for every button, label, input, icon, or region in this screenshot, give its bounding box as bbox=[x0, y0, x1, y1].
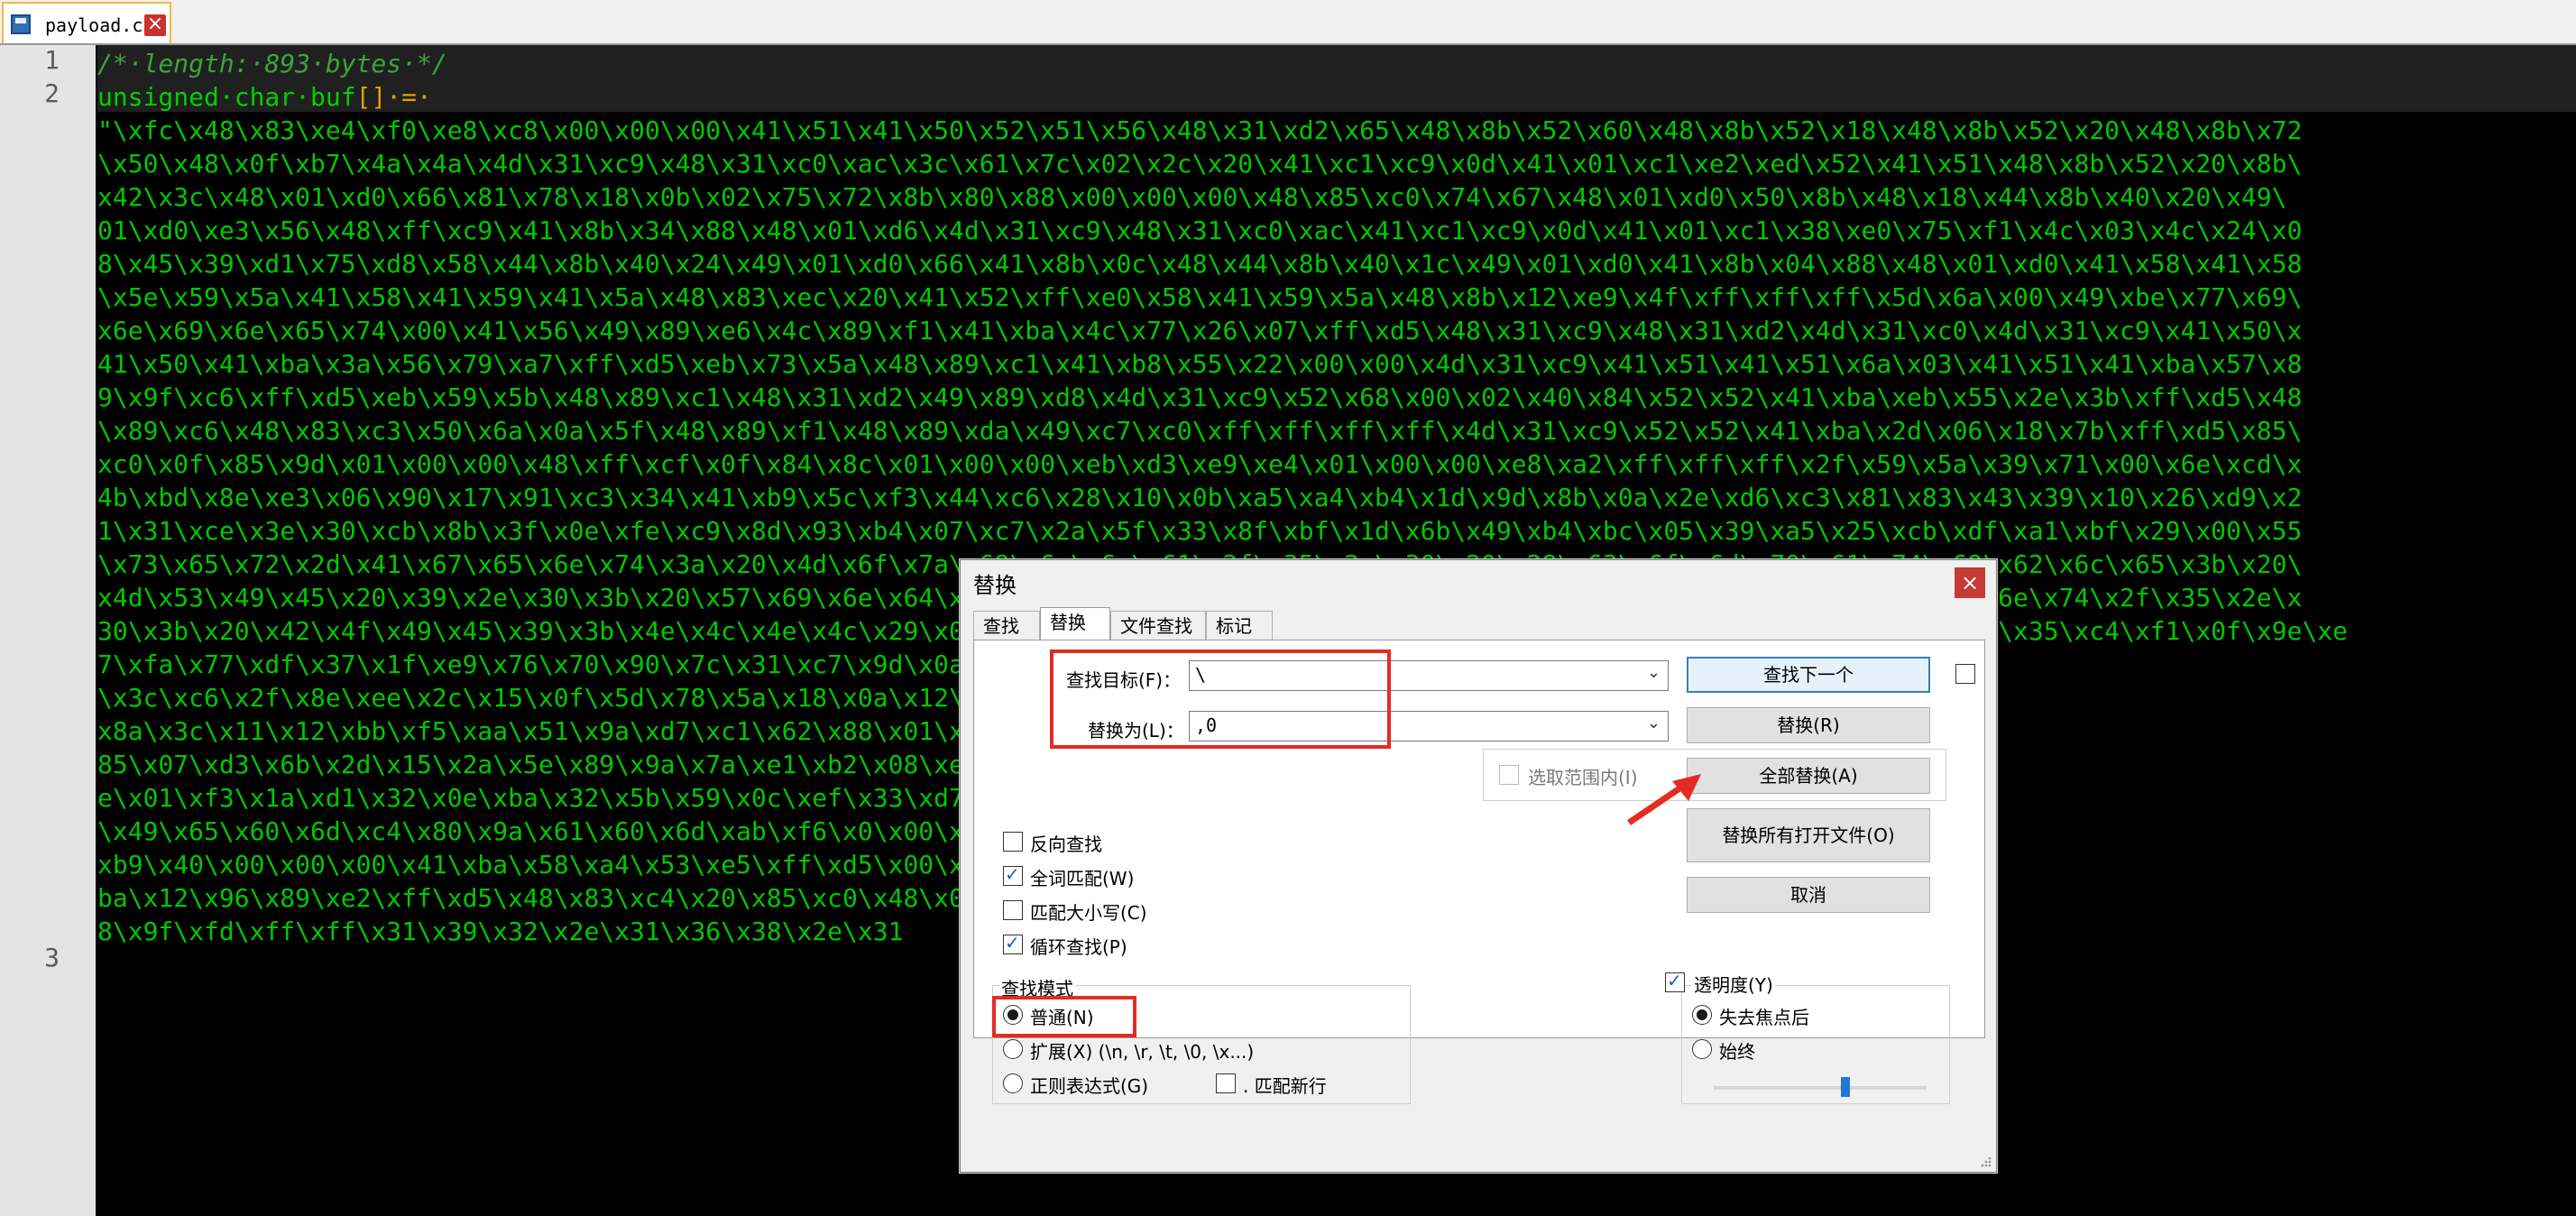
transparency-checkbox[interactable] bbox=[1665, 970, 1685, 992]
replace-panel: 查找目标(F)： \ ⌄ 替换为(L)： ,0 ⌄ 查找下一个 替换(R) 选取… bbox=[973, 640, 1985, 1104]
code-comment: /*·length:·893·bytes·*/ bbox=[97, 49, 447, 78]
whole-word-label: 全词匹配(W) bbox=[1030, 868, 1135, 889]
find-next-checkbox[interactable] bbox=[1955, 664, 1975, 684]
transparency-slider-track[interactable] bbox=[1714, 1086, 1927, 1090]
line-number-gutter: 1 2 3 bbox=[0, 45, 96, 1216]
payload-line: 8\x45\x39\xd1\x75\xd8\x58\x44\x8b\x40\x2… bbox=[97, 249, 2303, 279]
tab-find[interactable]: 查找 bbox=[973, 611, 1040, 640]
payload-line: x6e\x69\x6e\x65\x74\x00\x41\x56\x49\x89\… bbox=[97, 316, 2303, 345]
tab-payload-c[interactable]: payload.c × bbox=[2, 2, 171, 43]
in-selection-label: 选取范围内(I) bbox=[1528, 767, 1638, 788]
dot-newline-label: . 匹配新行 bbox=[1243, 1075, 1327, 1097]
mode-extended-radio[interactable] bbox=[1003, 1039, 1023, 1059]
wrap-around-checkbox[interactable] bbox=[1003, 932, 1023, 954]
payload-line: 41\x50\x41\xba\x3a\x56\x79\xa7\xff\xd5\x… bbox=[97, 349, 2303, 379]
chevron-down-icon[interactable]: ⌄ bbox=[1647, 714, 1661, 732]
annotation-box-fields bbox=[1050, 649, 1391, 749]
on-lose-focus-label: 失去焦点后 bbox=[1719, 1007, 1809, 1028]
payload-line: 1\x31\xce\x3e\x30\xcb\x8b\x3f\x0e\xfe\xc… bbox=[97, 516, 2303, 546]
line-number: 1 bbox=[44, 45, 60, 75]
in-selection-checkbox[interactable] bbox=[1499, 765, 1519, 785]
replace-all-button[interactable]: 全部替换(A) bbox=[1687, 758, 1930, 794]
save-file-icon bbox=[11, 14, 31, 34]
payload-line: \x5e\x59\x5a\x41\x58\x41\x59\x41\x5a\x48… bbox=[97, 282, 2303, 312]
code-declaration: unsigned·char·buf[]·=· bbox=[97, 80, 432, 114]
dot-newline-checkbox[interactable] bbox=[1216, 1073, 1236, 1093]
cancel-button[interactable]: 取消 bbox=[1687, 877, 1930, 913]
always-label: 始终 bbox=[1719, 1041, 1755, 1063]
payload-line: \x50\x48\x0f\xb7\x4a\x4a\x4d\x31\xc9\x48… bbox=[97, 149, 2303, 179]
line-number: 3 bbox=[44, 943, 60, 972]
backward-checkbox[interactable] bbox=[1003, 832, 1023, 852]
transparency-slider-thumb[interactable] bbox=[1841, 1077, 1851, 1097]
dialog-titlebar[interactable]: 替换 × bbox=[961, 560, 1996, 607]
resize-grip-icon[interactable] bbox=[1978, 1154, 1992, 1168]
replace-all-open-files-button[interactable]: 替换所有打开文件(O) bbox=[1687, 808, 1930, 862]
mode-regex-radio[interactable] bbox=[1003, 1073, 1023, 1093]
tab-find-in-files[interactable]: 文件查找 bbox=[1110, 611, 1206, 640]
payload-line: xc0\x0f\x85\x9d\x01\x00\x00\x48\xff\xcf\… bbox=[97, 449, 2303, 479]
line-number: 2 bbox=[44, 78, 60, 108]
payload-line: x42\x3c\x48\x01\xd0\x66\x81\x78\x18\x0b\… bbox=[97, 182, 2287, 212]
annotation-arrow-icon bbox=[1627, 774, 1701, 825]
tab-label: payload.c bbox=[45, 14, 143, 36]
mode-extended-label: 扩展(X) (\n, \r, \t, \0, \x...) bbox=[1030, 1041, 1255, 1063]
tab-replace[interactable]: 替换 bbox=[1040, 607, 1110, 641]
close-tab-icon[interactable]: × bbox=[144, 14, 166, 36]
mode-regex-label: 正则表达式(G) bbox=[1030, 1075, 1149, 1097]
match-case-label: 匹配大小写(C) bbox=[1030, 902, 1147, 924]
code-identifier: buf bbox=[310, 82, 356, 112]
payload-line: 9\x9f\xc6\xff\xd5\xeb\x59\x5b\x48\x89\xc… bbox=[97, 382, 2303, 412]
replace-dialog: 替换 × 查找 替换 文件查找 标记 查找目标(F)： \ ⌄ 替换为(L)： … bbox=[960, 559, 1997, 1173]
chevron-down-icon[interactable]: ⌄ bbox=[1647, 663, 1661, 682]
code-operator: []·=· bbox=[355, 82, 432, 112]
code-keyword: unsigned·char· bbox=[97, 82, 311, 112]
current-line-highlight bbox=[97, 45, 2576, 112]
wrap-around-label: 循环查找(P) bbox=[1030, 936, 1127, 958]
payload-line: 8\x9f\xfd\xff\xff\x31\x39\x32\x2e\x31\x3… bbox=[97, 917, 904, 946]
payload-line: \x89\xc6\x48\x83\xc3\x50\x6a\x0a\x5f\x48… bbox=[97, 416, 2303, 446]
payload-line: "\xfc\x48\x83\xe4\xf0\xe8\xc8\x00\x00\x0… bbox=[97, 115, 2303, 145]
payload-line: 01\xd0\xe3\x56\x48\xff\xc9\x41\x8b\x34\x… bbox=[97, 216, 2303, 245]
transparency-label: 透明度(Y) bbox=[1692, 971, 1775, 997]
find-next-button[interactable]: 查找下一个 bbox=[1687, 657, 1930, 693]
match-case-checkbox[interactable] bbox=[1003, 900, 1023, 920]
dialog-close-icon[interactable]: × bbox=[1955, 567, 1985, 598]
dialog-title: 替换 bbox=[973, 573, 1017, 598]
payload-line: 4b\xbd\x8e\xe3\x06\x90\x17\x91\xc3\x34\x… bbox=[97, 483, 2303, 512]
tab-bar: payload.c × bbox=[0, 0, 2576, 45]
on-lose-focus-radio[interactable] bbox=[1692, 1005, 1712, 1025]
tab-mark[interactable]: 标记 bbox=[1206, 611, 1273, 640]
annotation-box-normal bbox=[992, 996, 1136, 1037]
always-radio[interactable] bbox=[1692, 1039, 1712, 1059]
backward-label: 反向查找 bbox=[1030, 834, 1102, 855]
whole-word-checkbox[interactable] bbox=[1003, 863, 1023, 886]
replace-button[interactable]: 替换(R) bbox=[1687, 707, 1930, 743]
